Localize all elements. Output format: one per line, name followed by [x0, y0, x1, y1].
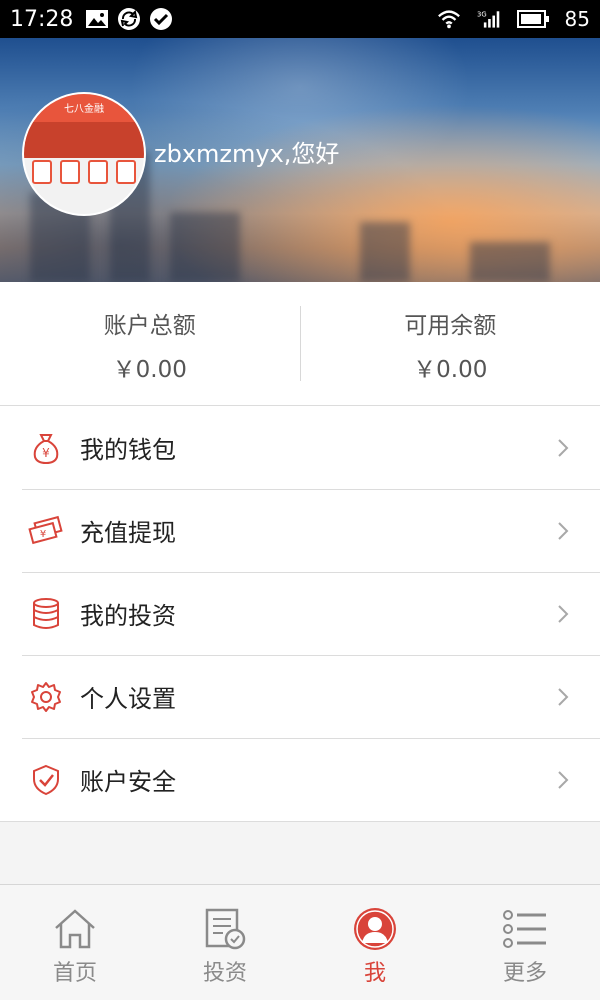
tab-invest[interactable]: 投资 — [150, 885, 300, 1000]
avatar-title: 七八金融 — [64, 104, 104, 115]
tab-more[interactable]: 更多 — [450, 885, 600, 1000]
home-icon — [51, 905, 99, 953]
status-bar: 17:28 3G 85 — [0, 0, 600, 38]
shield-check-icon — [28, 762, 64, 798]
svg-text:¥: ¥ — [40, 529, 46, 540]
tab-label: 我 — [363, 961, 386, 986]
chevron-right-icon — [556, 685, 570, 709]
menu-label: 充值提现 — [80, 519, 176, 547]
user-icon — [351, 905, 399, 953]
chevron-right-icon — [556, 768, 570, 792]
chevron-right-icon — [556, 602, 570, 626]
available-balance: 可用余额 ￥0.00 — [301, 282, 600, 405]
wifi-icon — [437, 7, 461, 31]
tab-label: 投资 — [202, 961, 247, 986]
battery-icon — [516, 7, 549, 31]
money-bag-icon: ¥ — [28, 430, 64, 466]
profile-header: 七八金融 zbxmzmyx,您好 — [0, 38, 600, 282]
menu-label: 我的钱包 — [80, 436, 176, 464]
list-icon — [501, 905, 549, 953]
balance-panel: 账户总额 ￥0.00 可用余额 ￥0.00 — [0, 282, 600, 406]
banknotes-icon: ¥ — [28, 513, 64, 549]
status-time: 17:28 — [10, 6, 74, 32]
menu-label: 个人设置 — [80, 685, 176, 713]
available-balance-label: 可用余额 — [404, 313, 497, 339]
bottom-tab-bar: 首页 投资 我 更多 — [0, 884, 600, 1000]
menu-label: 账户安全 — [80, 768, 176, 796]
check-circle-icon — [149, 7, 173, 31]
total-balance: 账户总额 ￥0.00 — [0, 282, 300, 405]
database-icon — [28, 596, 64, 632]
menu-item-investments[interactable]: 我的投资 — [0, 572, 600, 655]
tab-label: 首页 — [52, 961, 97, 986]
document-check-icon — [201, 905, 249, 953]
menu-item-wallet[interactable]: ¥ 我的钱包 — [0, 406, 600, 489]
svg-text:¥: ¥ — [42, 446, 50, 460]
chevron-right-icon — [556, 519, 570, 543]
available-balance-value: ￥0.00 — [413, 357, 488, 383]
total-balance-value: ￥0.00 — [112, 357, 187, 383]
image-icon — [85, 7, 109, 31]
svg-text:3G: 3G — [477, 10, 487, 18]
avatar[interactable]: 七八金融 — [22, 92, 146, 216]
sync-icon — [117, 7, 141, 31]
menu-item-recharge[interactable]: ¥ 充值提现 — [0, 489, 600, 572]
battery-level: 85 — [564, 7, 590, 31]
tab-label: 更多 — [502, 961, 547, 986]
tab-home[interactable]: 首页 — [0, 885, 150, 1000]
menu-label: 我的投资 — [80, 602, 176, 630]
chevron-right-icon — [556, 436, 570, 460]
tab-me[interactable]: 我 — [300, 885, 450, 1000]
gear-icon — [28, 679, 64, 715]
total-balance-label: 账户总额 — [103, 313, 196, 339]
menu-item-settings[interactable]: 个人设置 — [0, 655, 600, 738]
signal-3g-icon: 3G — [477, 7, 501, 31]
greeting-text: zbxmzmyx,您好 — [154, 140, 340, 168]
account-menu: ¥ 我的钱包 ¥ 充值提现 我的投资 个人设置 账户安全 — [0, 406, 600, 822]
menu-item-security[interactable]: 账户安全 — [0, 738, 600, 821]
